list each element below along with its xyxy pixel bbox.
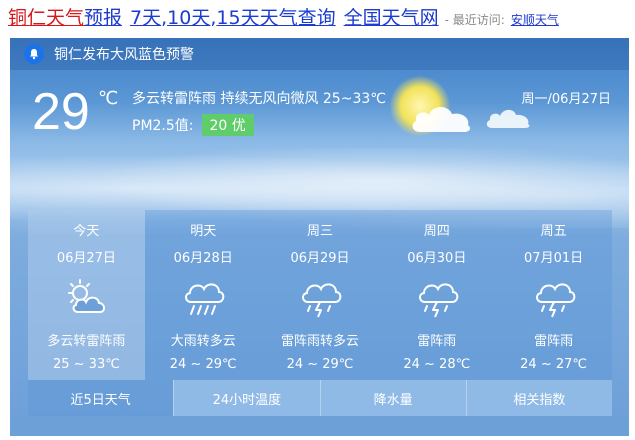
forecast-temp-range: 24 ~ 28℃: [403, 357, 471, 372]
forecast-day[interactable]: 周四 06月30日 雷阵雨 24 ~ 28℃: [378, 210, 495, 380]
forecast-day-date: 06月29日: [290, 251, 350, 266]
forecast-temp-range: 24 ~ 27℃: [520, 357, 587, 372]
tab-5-day-weather[interactable]: 近5日天气: [28, 380, 174, 416]
tab-precipitation[interactable]: 降水量: [319, 380, 466, 416]
recent-visit-link[interactable]: 安顺天气: [511, 11, 559, 28]
thunderstorm-icon: [415, 276, 459, 320]
title-link-15-days[interactable]: 15天天气查询: [216, 3, 335, 30]
title-link-7-days[interactable]: 7天: [130, 3, 161, 30]
weather-alert-bar[interactable]: 铜仁发布大风蓝色预警: [10, 38, 629, 70]
title-link-forecast[interactable]: 预报: [84, 3, 122, 30]
cloud-icon: [486, 109, 530, 128]
forecast-day-date: 06月30日: [407, 251, 467, 266]
temperature-unit: ℃: [98, 88, 119, 109]
forecast-day[interactable]: 明天 06月28日 大雨转多云 24 ~ 29℃: [145, 210, 262, 380]
thunderstorm-icon: [532, 276, 576, 320]
forecast-tabs: 近5日天气 24小时温度 降水量 相关指数: [28, 380, 612, 416]
forecast-weather-text: 大雨转多云: [170, 334, 236, 349]
forecast-day[interactable]: 周三 06月29日 雷阵雨转多云 24 ~ 29℃: [262, 210, 379, 380]
page-title-links: 铜仁天气 预报 7天 , 10天 , 15天天气查询 全国天气网 - 最近访问:…: [8, 3, 559, 33]
forecast-temp-range: 24 ~ 29℃: [286, 357, 354, 372]
forecast-day-name: 今天: [73, 224, 100, 239]
pm25-row: PM2.5值: 20 优: [132, 114, 254, 136]
bell-icon: [24, 44, 44, 64]
recent-visits-label: - 最近访问:: [444, 13, 505, 27]
forecast-day-date: 07月01日: [524, 251, 584, 266]
five-day-forecast: 今天 06月27日 多云转雷阵雨 25 ~ 33℃ 明天 06月28日 大雨转多…: [28, 210, 612, 380]
forecast-day-date: 06月28日: [173, 251, 233, 266]
forecast-day-name: 周四: [423, 224, 450, 239]
title-link-national-weather[interactable]: 全国天气网: [344, 3, 439, 30]
forecast-day-name: 周三: [306, 224, 333, 239]
title-link-10-days[interactable]: 10天: [167, 3, 210, 30]
forecast-day-name: 周五: [540, 224, 567, 239]
thunderstorm-icon: [298, 276, 342, 320]
forecast-weather-text: 多云转雷阵雨: [47, 334, 126, 349]
forecast-day-date: 06月27日: [56, 251, 116, 266]
forecast-weather-text: 雷阵雨: [417, 334, 457, 349]
current-weather-description: 多云转雷阵雨 持续无风向微风 25~33℃: [132, 91, 386, 107]
cloud-icon: [412, 106, 471, 132]
pm25-label: PM2.5值:: [132, 118, 194, 134]
pm25-badge: 20 优: [201, 114, 254, 136]
forecast-day[interactable]: 周五 07月01日 雷阵雨 24 ~ 27℃: [495, 210, 612, 380]
forecast-weather-text: 雷阵雨转多云: [280, 334, 359, 349]
current-date: 周一/06月27日: [521, 92, 611, 107]
forecast-temp-range: 25 ~ 33℃: [52, 357, 120, 372]
forecast-weather-text: 雷阵雨: [534, 334, 574, 349]
title-link-city-weather[interactable]: 铜仁天气: [8, 3, 84, 30]
partly-cloudy-icon: [64, 276, 108, 320]
forecast-day-name: 明天: [190, 224, 217, 239]
forecast-day[interactable]: 今天 06月27日 多云转雷阵雨 25 ~ 33℃: [28, 210, 145, 380]
tab-related-indices[interactable]: 相关指数: [465, 380, 612, 416]
tab-24-hour-temperature[interactable]: 24小时温度: [173, 380, 320, 416]
heavy-rain-icon: [181, 276, 225, 320]
weather-card: 铜仁发布大风蓝色预警 29 ℃ 多云转雷阵雨 持续无风向微风 25~33℃ PM…: [10, 38, 629, 436]
alert-text[interactable]: 铜仁发布大风蓝色预警: [54, 44, 194, 64]
forecast-temp-range: 24 ~ 29℃: [169, 357, 237, 372]
current-temperature: 29: [32, 83, 90, 141]
